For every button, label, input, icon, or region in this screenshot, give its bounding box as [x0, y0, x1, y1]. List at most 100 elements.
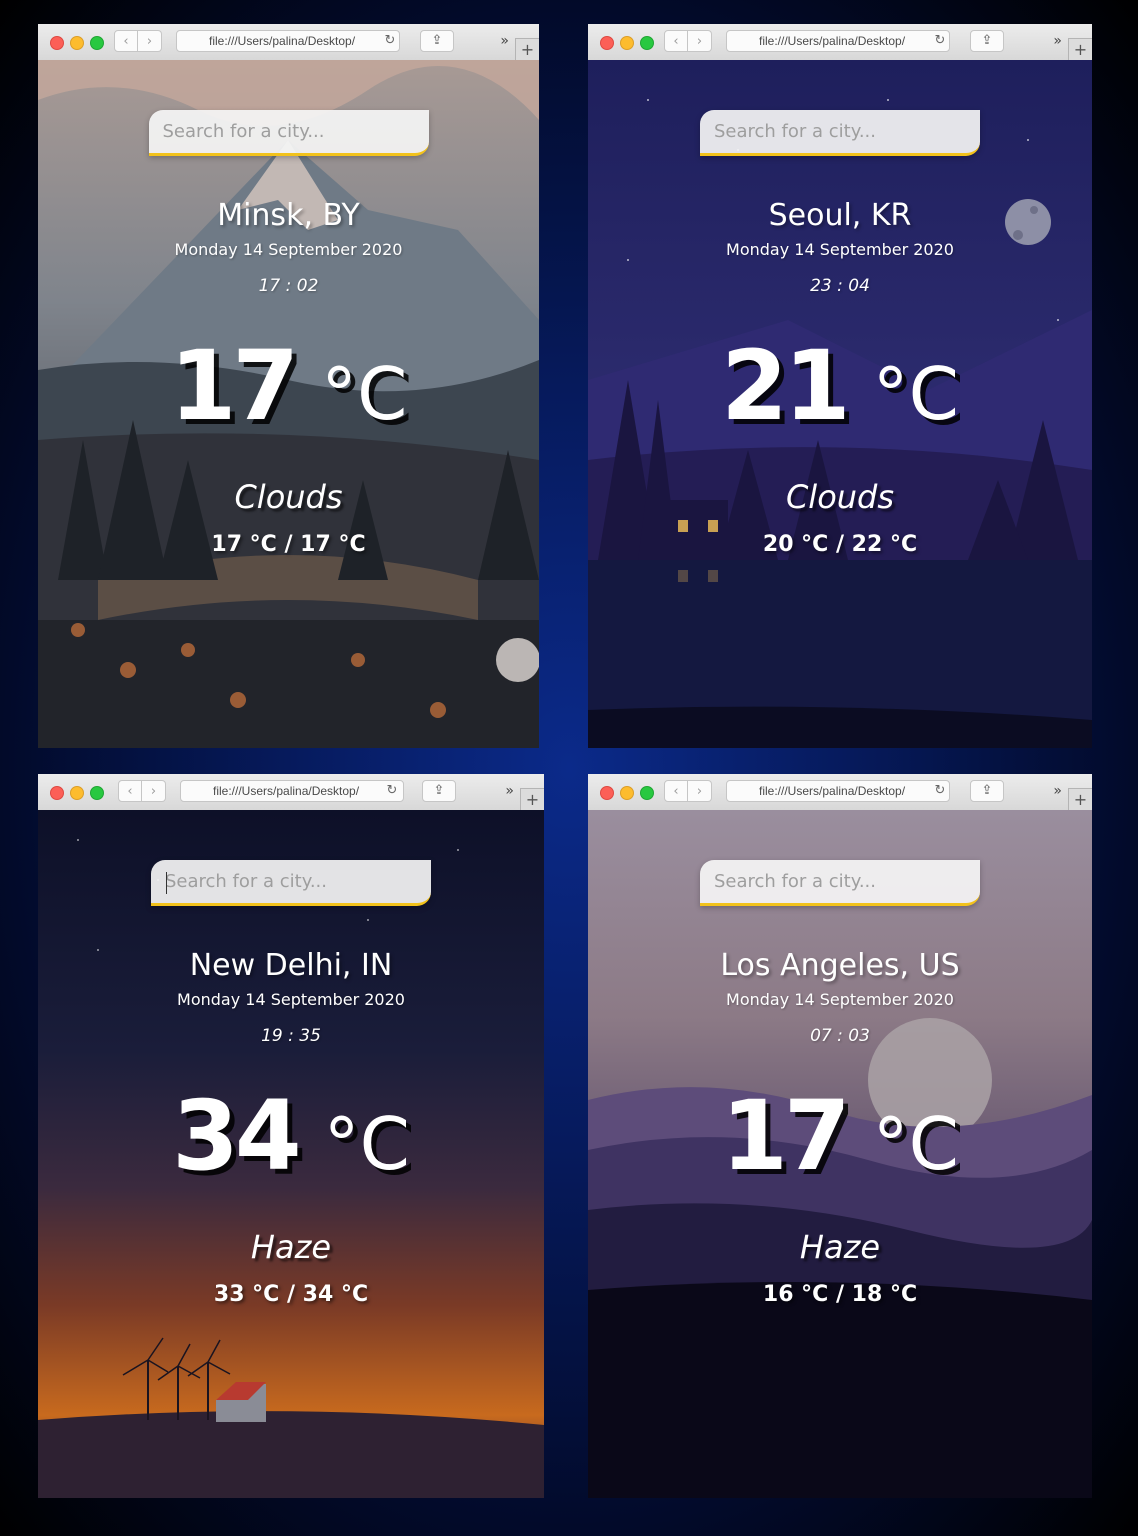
temperature-value: 17 [169, 330, 300, 442]
city-name: Los Angeles, US [720, 948, 960, 983]
forward-button[interactable]: › [688, 780, 712, 802]
text-cursor [166, 872, 167, 894]
chevron-left-icon: ‹ [673, 34, 679, 49]
share-button[interactable]: ⇪ [422, 780, 456, 802]
close-window-button[interactable] [600, 786, 614, 800]
city-search-input[interactable]: Search for a city... [151, 860, 431, 906]
search-placeholder: Search for a city... [165, 871, 327, 892]
city-search-input[interactable]: Search for a city... [700, 860, 980, 906]
back-button[interactable]: ‹ [664, 30, 688, 52]
weather-page: Search for a city... Seoul, KR Monday 14… [588, 60, 1092, 748]
weather-page: Search for a city... Los Angeles, US Mon… [588, 810, 1092, 1498]
close-window-button[interactable] [50, 36, 64, 50]
close-window-button[interactable] [600, 36, 614, 50]
share-button[interactable]: ⇪ [420, 30, 454, 52]
temperature-unit: °C [872, 352, 959, 436]
forward-button[interactable]: › [688, 30, 712, 52]
zoom-window-button[interactable] [640, 786, 654, 800]
current-date: Monday 14 September 2020 [726, 240, 954, 259]
minimize-window-button[interactable] [620, 36, 634, 50]
current-time: 07 : 03 [810, 1026, 870, 1046]
back-button[interactable]: ‹ [118, 780, 142, 802]
zoom-window-button[interactable] [90, 36, 104, 50]
share-icon: ⇪ [433, 783, 445, 798]
new-tab-button[interactable]: + [515, 38, 539, 60]
min-max-temperature: 17 °C / 17 °C [211, 532, 366, 557]
browser-toolbar: ‹ › file:///Users/palina/Desktop/ ↻ ⇪ » … [38, 774, 544, 811]
temperature: 17 °C [588, 1080, 1092, 1192]
share-icon: ⇪ [431, 33, 443, 48]
zoom-window-button[interactable] [640, 36, 654, 50]
city-name: New Delhi, IN [189, 948, 393, 983]
browser-toolbar: ‹ › file:///Users/palina/Desktop/ ↻ ⇪ » … [588, 774, 1092, 811]
back-button[interactable]: ‹ [114, 30, 138, 52]
current-date: Monday 14 September 2020 [726, 990, 954, 1009]
chevron-right-icon: › [696, 34, 703, 49]
reload-icon[interactable]: ↻ [382, 30, 398, 52]
browser-window-minsk: ‹ › file:///Users/palina/Desktop/ ↻ ⇪ » … [38, 24, 539, 748]
weather-condition: Haze [799, 1228, 881, 1266]
address-bar[interactable]: file:///Users/palina/Desktop/ [726, 780, 950, 802]
chevron-left-icon: ‹ [127, 784, 133, 799]
forward-button[interactable]: › [138, 30, 162, 52]
temperature-value: 34 [172, 1080, 302, 1192]
new-tab-button[interactable]: + [1068, 38, 1092, 60]
close-window-button[interactable] [50, 786, 64, 800]
current-date: Monday 14 September 2020 [174, 240, 403, 259]
browser-toolbar: ‹ › file:///Users/palina/Desktop/ ↻ ⇪ » … [588, 24, 1092, 61]
current-time: 23 : 04 [810, 276, 870, 296]
more-icon[interactable]: » [1053, 32, 1062, 50]
browser-window-los-angeles: ‹ › file:///Users/palina/Desktop/ ↻ ⇪ » … [588, 774, 1092, 1498]
city-name: Seoul, KR [768, 198, 912, 233]
temperature-value: 21 [721, 330, 851, 442]
reload-icon[interactable]: ↻ [932, 30, 948, 52]
temperature-unit: °C [323, 1102, 410, 1186]
temperature-unit: °C [321, 352, 408, 436]
current-date: Monday 14 September 2020 [177, 990, 405, 1009]
new-tab-button[interactable]: + [520, 788, 544, 810]
weather-page: Search for a city... Minsk, BY Monday 14… [38, 60, 539, 748]
address-bar[interactable]: file:///Users/palina/Desktop/ [180, 780, 404, 802]
minimize-window-button[interactable] [70, 36, 84, 50]
share-button[interactable]: ⇪ [970, 780, 1004, 802]
city-search-input[interactable]: Search for a city... [700, 110, 980, 156]
chevron-right-icon: › [150, 784, 157, 799]
chevron-right-icon: › [696, 784, 703, 799]
city-name: Minsk, BY [217, 198, 360, 233]
temperature-value: 17 [721, 1080, 851, 1192]
current-time: 19 : 35 [261, 1026, 321, 1046]
weather-page: Search for a city... New Delhi, IN Monda… [38, 810, 544, 1498]
browser-window-seoul: ‹ › file:///Users/palina/Desktop/ ↻ ⇪ » … [588, 24, 1092, 748]
share-icon: ⇪ [981, 33, 993, 48]
reload-icon[interactable]: ↻ [932, 780, 948, 802]
temperature: 34 °C [38, 1080, 544, 1192]
back-button[interactable]: ‹ [664, 780, 688, 802]
address-bar[interactable]: file:///Users/palina/Desktop/ [176, 30, 400, 52]
min-max-temperature: 16 °C / 18 °C [762, 1282, 918, 1307]
more-icon[interactable]: » [1053, 782, 1062, 800]
browser-toolbar: ‹ › file:///Users/palina/Desktop/ ↻ ⇪ » … [38, 24, 539, 61]
min-max-temperature: 20 °C / 22 °C [762, 532, 918, 557]
temperature-unit: °C [872, 1102, 959, 1186]
reload-icon[interactable]: ↻ [384, 780, 400, 802]
min-max-temperature: 33 °C / 34 °C [213, 1282, 369, 1307]
weather-condition: Haze [250, 1228, 332, 1266]
minimize-window-button[interactable] [70, 786, 84, 800]
share-icon: ⇪ [981, 783, 993, 798]
new-tab-button[interactable]: + [1068, 788, 1092, 810]
share-button[interactable]: ⇪ [970, 30, 1004, 52]
current-time: 17 : 02 [258, 276, 319, 296]
forward-button[interactable]: › [142, 780, 166, 802]
more-icon[interactable]: » [500, 32, 509, 50]
zoom-window-button[interactable] [90, 786, 104, 800]
browser-window-new-delhi: ‹ › file:///Users/palina/Desktop/ ↻ ⇪ » … [38, 774, 544, 1498]
chevron-right-icon: › [146, 34, 153, 49]
temperature: 17 °C [38, 330, 539, 442]
weather-condition: Clouds [234, 478, 343, 516]
temperature: 21 °C [588, 330, 1092, 442]
chevron-left-icon: ‹ [673, 784, 679, 799]
address-bar[interactable]: file:///Users/palina/Desktop/ [726, 30, 950, 52]
more-icon[interactable]: » [505, 782, 514, 800]
minimize-window-button[interactable] [620, 786, 634, 800]
city-search-input[interactable]: Search for a city... [148, 110, 429, 156]
